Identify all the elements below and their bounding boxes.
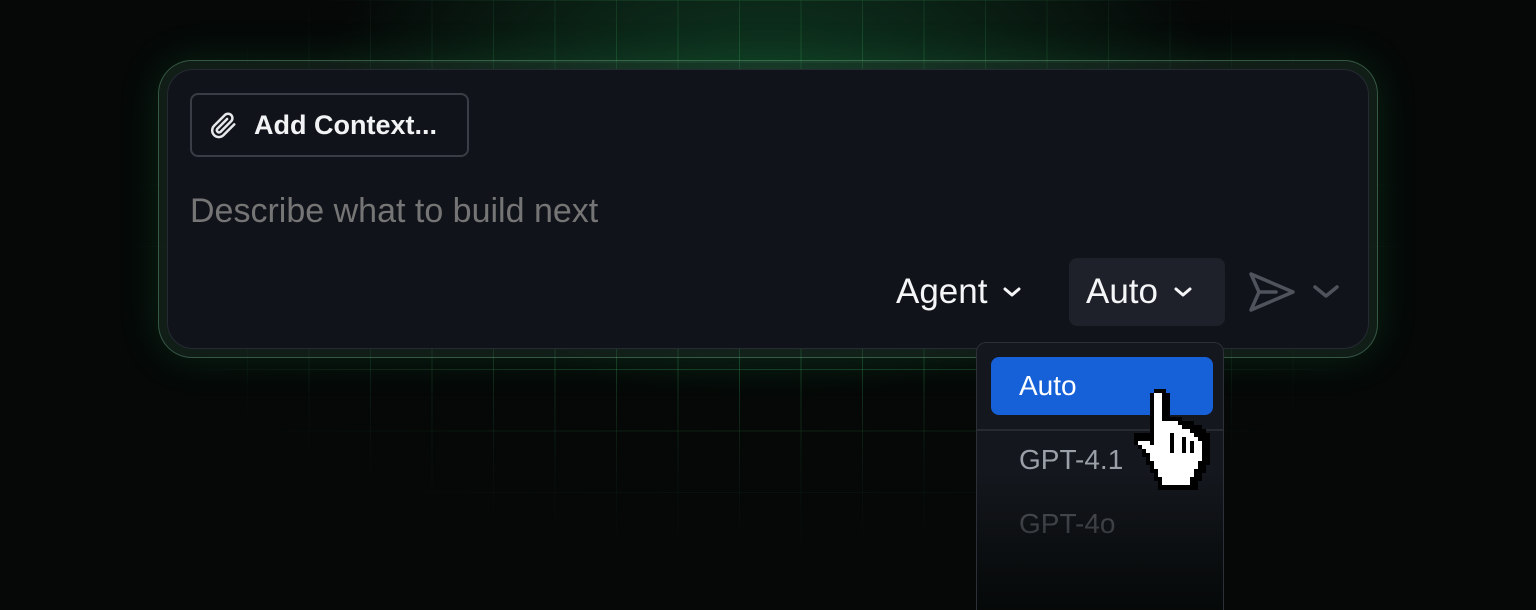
send-options-button[interactable] [1310,278,1342,306]
model-option-gpt-4o[interactable]: GPT-4o [991,495,1213,553]
model-option-label: Auto [1019,370,1077,401]
send-button[interactable] [1246,268,1298,316]
model-option-label: GPT-4.1 [1019,444,1124,475]
model-selector[interactable]: Auto [1069,258,1225,326]
chevron-down-icon [1310,278,1342,306]
chevron-down-icon [1172,285,1194,299]
model-label: Auto [1086,272,1158,311]
mode-label: Agent [896,272,988,311]
mode-selector[interactable]: Agent [888,262,1031,322]
prompt-input[interactable] [190,188,890,234]
send-icon [1246,268,1298,316]
add-context-label: Add Context... [254,109,437,140]
add-context-button[interactable]: Add Context... [190,93,469,157]
hand-pointer-cursor [1134,389,1210,490]
paperclip-icon [208,110,238,140]
model-option-label: GPT-4o [1019,508,1116,539]
chevron-down-icon [1001,285,1023,299]
